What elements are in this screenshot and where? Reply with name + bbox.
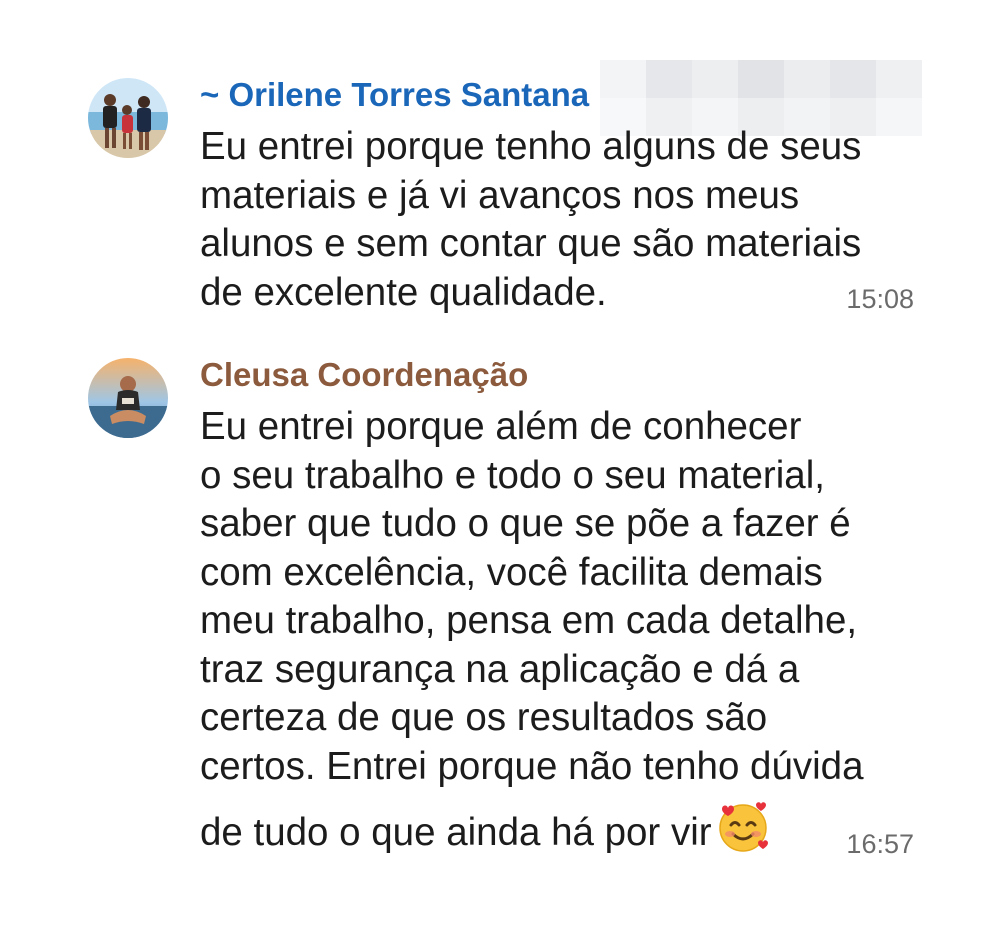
message-line: com excelência, você facilita demais xyxy=(200,550,823,594)
sender-name[interactable]: Cleusa Coordenação xyxy=(200,356,528,394)
sender-name-text: Cleusa Coordenação xyxy=(200,356,529,393)
smiling-face-with-hearts-icon xyxy=(718,802,768,852)
message-line: certos. Entrei porque não tenho dúvida xyxy=(200,744,864,788)
message-line: o seu trabalho e todo o seu material, xyxy=(200,453,825,497)
sender-name[interactable]: ~ Orilene Torres Santana xyxy=(200,76,589,114)
message-line: materiais e já vi avanços nos meus xyxy=(200,173,800,217)
avatar[interactable] xyxy=(88,78,168,158)
sender-name-text: ~ Orilene Torres Santana xyxy=(200,76,590,113)
family-photo-avatar-icon xyxy=(88,78,168,158)
message-timestamp: 16:57 xyxy=(846,829,914,859)
message-timestamp: 15:08 xyxy=(846,284,914,314)
message-line: Eu entrei porque além de conhecer xyxy=(200,405,802,448)
message-line: certeza de que os resultados são xyxy=(200,696,768,739)
avatar[interactable] xyxy=(88,358,168,438)
message-line: traz segurança na aplicação e dá a xyxy=(200,647,800,691)
message-line: meu trabalho, pensa em cada detalhe, xyxy=(200,599,858,642)
beach-person-photo-avatar-icon xyxy=(88,358,168,438)
message-line: Eu entrei porque tenho alguns de seus xyxy=(200,125,862,168)
message-text: Eu entrei porque além de conhecer o seu … xyxy=(200,403,920,858)
message-last-line: de tudo o que ainda há por vir xyxy=(200,797,920,858)
message-line: alunos e sem contar que são materiais xyxy=(200,222,862,265)
message-text: Eu entrei porque tenho alguns de seus ma… xyxy=(200,123,920,317)
message-line: de tudo o que ainda há por vir xyxy=(200,811,712,854)
message-line: de excelente qualidade. xyxy=(200,270,607,314)
message-line: saber que tudo o que se põe a fazer é xyxy=(200,502,851,545)
